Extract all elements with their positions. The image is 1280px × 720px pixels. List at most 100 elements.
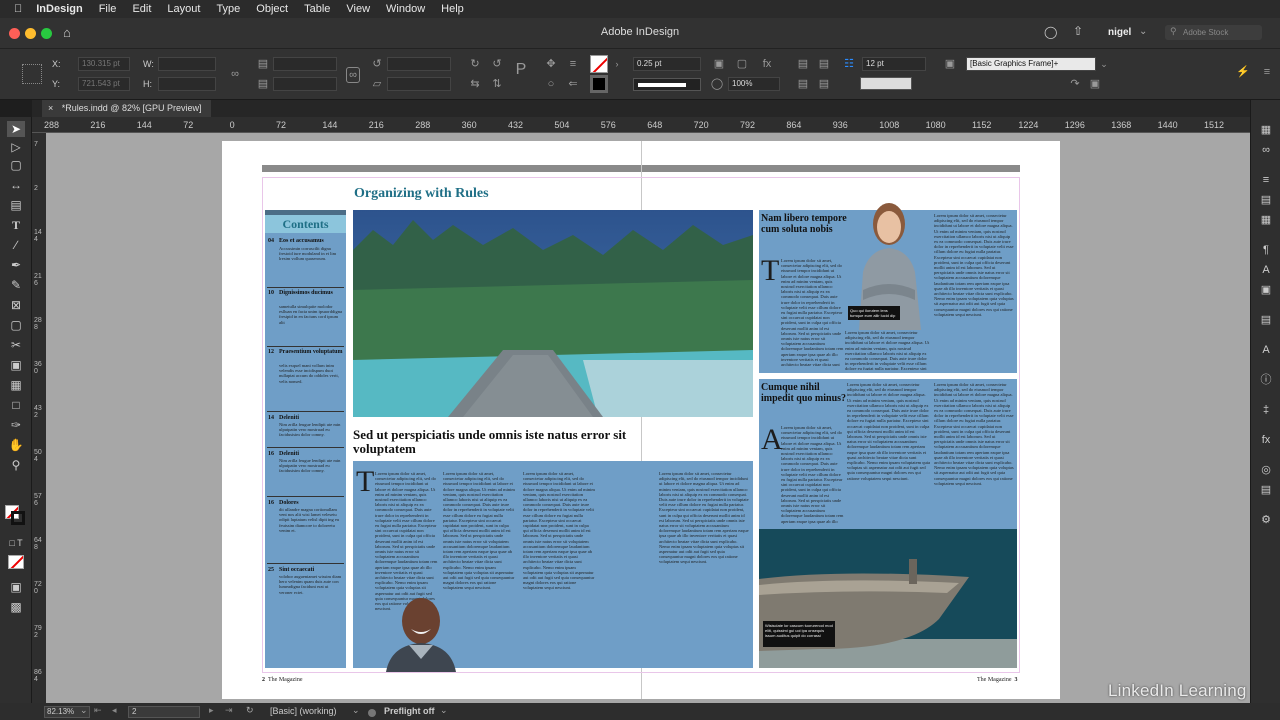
pen-tool-icon[interactable]: ✒ bbox=[7, 257, 25, 273]
rotate-icon[interactable]: ↺ bbox=[370, 57, 384, 71]
chain-icon[interactable]: ∞ bbox=[346, 67, 360, 83]
effects-panel-icon[interactable]: fx bbox=[1258, 432, 1274, 448]
gap-tool-icon[interactable]: ☷ bbox=[842, 57, 856, 71]
pages-icon[interactable]: ▦ bbox=[1258, 122, 1274, 138]
apply-none-icon[interactable] bbox=[8, 555, 24, 569]
screen-mode-icon[interactable]: ▩ bbox=[7, 599, 25, 615]
preflight-status-icon[interactable] bbox=[368, 709, 376, 717]
opacity-field[interactable]: 100% bbox=[728, 77, 780, 91]
document-spread[interactable]: Organizing with Rules Contents 04 Eos et… bbox=[222, 141, 1060, 699]
chevron-down-icon[interactable]: ⌄ bbox=[352, 705, 360, 716]
quick-apply-icon[interactable]: ▣ bbox=[1088, 77, 1102, 91]
toc-item[interactable]: 25 Sint occaecati volobor augueniamet wi… bbox=[265, 567, 345, 617]
style-status[interactable]: [Basic] (working) bbox=[270, 706, 337, 716]
properties-icon[interactable]: ⚙ bbox=[1258, 512, 1274, 528]
story2-frame[interactable]: Nam libero tempore cum soluta nobis T Lo… bbox=[759, 203, 1017, 373]
stock-search-input[interactable]: Adobe Stock bbox=[1165, 25, 1262, 40]
flip-horizontal-icon[interactable]: ⇆ bbox=[468, 77, 482, 91]
preflight-status[interactable]: Preflight off bbox=[384, 706, 435, 716]
links-icon[interactable]: ∞ bbox=[1258, 142, 1274, 158]
stroke-color-icon[interactable] bbox=[11, 511, 25, 525]
spacing-field[interactable]: 12 pt bbox=[862, 57, 926, 71]
apple-icon[interactable]:  bbox=[0, 3, 28, 15]
lightning-icon[interactable]: ⚡ bbox=[1236, 65, 1250, 79]
fill-swatch[interactable] bbox=[590, 55, 608, 73]
menu-file[interactable]: File bbox=[91, 3, 125, 15]
close-tab-icon[interactable]: × bbox=[48, 103, 53, 113]
eyedropper-tool-icon[interactable]: ✑ bbox=[7, 417, 25, 433]
menu-edit[interactable]: Edit bbox=[124, 3, 159, 15]
shear-icon[interactable]: ▱ bbox=[370, 77, 384, 91]
formatting-affects-container-icon[interactable]: □ T bbox=[7, 535, 25, 551]
menu-layout[interactable]: Layout bbox=[159, 3, 208, 15]
next-page-icon[interactable]: ▸ bbox=[209, 705, 214, 716]
direct-selection-tool-icon[interactable]: ▷ bbox=[7, 139, 25, 155]
align-center-icon[interactable]: ▤ bbox=[817, 57, 831, 71]
menu-object[interactable]: Object bbox=[248, 3, 296, 15]
share-icon[interactable]: ⇧ bbox=[1073, 24, 1083, 38]
hand-tool-icon[interactable]: ✋ bbox=[7, 437, 25, 453]
story3-frame[interactable]: Cumque nihil impedit quo minus? A Lorem … bbox=[759, 379, 1017, 668]
character-panel-icon[interactable]: A bbox=[1258, 342, 1274, 358]
text-wrap-panel-icon[interactable]: ▤ bbox=[1258, 312, 1274, 328]
toc-item[interactable]: 12 Praesentium voluptatum velis exquel m… bbox=[265, 349, 345, 409]
object-styles-icon[interactable]: ▣ bbox=[1258, 282, 1274, 298]
cc-libraries-icon[interactable]: ◎ bbox=[1258, 462, 1274, 478]
chevron-right-icon[interactable]: › bbox=[610, 57, 624, 71]
menu-app-name[interactable]: InDesign bbox=[28, 3, 90, 15]
refresh-icon[interactable]: ↻ bbox=[246, 705, 254, 716]
vertical-ruler[interactable]: 7 2 144 216 288 360 432 504 576 648 720 792 864 bbox=[32, 133, 46, 703]
menu-table[interactable]: Table bbox=[296, 3, 338, 15]
scissors-tool-icon[interactable]: ✂ bbox=[7, 337, 25, 353]
selection-tool-icon[interactable]: ➤ bbox=[7, 121, 25, 137]
zoom-dropdown-icon[interactable]: ⌄ bbox=[80, 705, 88, 716]
info-icon[interactable]: ⓘ bbox=[1258, 372, 1274, 388]
align-top-icon[interactable]: ▤ bbox=[796, 57, 810, 71]
select-content-icon[interactable]: ○ bbox=[544, 77, 558, 91]
color-panel-icon[interactable]: ▤ bbox=[1258, 192, 1274, 208]
pencil-tool-icon[interactable]: ✎ bbox=[7, 277, 25, 293]
flip-p-icon[interactable]: P bbox=[514, 62, 528, 78]
chevron-down-icon[interactable]: ⌄ bbox=[1139, 26, 1147, 37]
user-name[interactable]: nigel bbox=[1108, 27, 1131, 38]
text-wrap-icon[interactable]: ▣ bbox=[712, 57, 726, 71]
gap-tool-icon[interactable]: ↔ bbox=[7, 177, 25, 193]
stroke-weight-field[interactable]: 0.25 pt bbox=[633, 57, 701, 71]
page-number-field[interactable]: 2 bbox=[128, 706, 200, 718]
lightbulb-icon[interactable]: ◯ bbox=[1044, 25, 1057, 39]
rotate-cw-icon[interactable]: ↻ bbox=[468, 57, 482, 71]
menu-view[interactable]: View bbox=[338, 3, 378, 15]
free-transform-tool-icon[interactable]: ▣ bbox=[7, 357, 25, 373]
scale-y-field[interactable] bbox=[273, 77, 337, 91]
toc-item[interactable]: 16 Dolores dit ullandre magna cortionull… bbox=[265, 500, 345, 560]
toc-item[interactable]: 14 Deleniti Nim zrilla feugue lendipit u… bbox=[265, 415, 345, 447]
story1-body-frame[interactable]: T Lorem ipsum dolor sit amet, consectetu… bbox=[353, 461, 753, 672]
height-field[interactable] bbox=[158, 77, 216, 91]
view-mode-icon[interactable]: ▣ bbox=[7, 579, 25, 595]
glyphs-icon[interactable]: ‡ bbox=[1258, 402, 1274, 418]
horizontal-ruler[interactable]: 288 216 144 72 0 72 144 216 288 360 432 504 576 648 72… bbox=[32, 117, 1270, 133]
toc-item[interactable]: 04 Eos et accusamus Accussimin corruscil… bbox=[265, 238, 345, 288]
stroke-swatch[interactable] bbox=[590, 75, 608, 93]
type-tool-icon[interactable]: T bbox=[7, 217, 25, 233]
chevron-down-icon[interactable]: ⌄ bbox=[440, 705, 448, 716]
chevron-down-icon[interactable]: ⌄ bbox=[1097, 57, 1111, 71]
reference-point-icon[interactable] bbox=[22, 64, 42, 84]
shear-field[interactable] bbox=[387, 77, 451, 91]
swatch-preview[interactable] bbox=[860, 77, 912, 90]
y-position-field[interactable]: 721.543 pt bbox=[78, 77, 130, 91]
frame-fitting-icon[interactable]: ▢ bbox=[735, 57, 749, 71]
rectangle-frame-tool-icon[interactable]: ⊠ bbox=[7, 297, 25, 313]
line-tool-icon[interactable]: ∕ bbox=[7, 237, 25, 253]
previous-page-icon[interactable]: ◂ bbox=[112, 705, 117, 716]
width-field[interactable] bbox=[158, 57, 216, 71]
scale-y-icon[interactable]: ▤ bbox=[256, 77, 270, 91]
first-page-icon[interactable]: ⇤ bbox=[94, 705, 102, 716]
select-container-icon[interactable]: ✥ bbox=[544, 57, 558, 71]
x-position-field[interactable]: 130.315 pt bbox=[78, 57, 130, 71]
boat-image[interactable]: Wisisciate lor cascum tuorurenod mod eli… bbox=[759, 529, 1017, 668]
constrain-proportions-icon[interactable]: ∞ bbox=[228, 67, 242, 81]
rectangle-tool-icon[interactable]: ▢ bbox=[7, 317, 25, 333]
paragraph-styles-icon[interactable]: ¶ bbox=[1258, 242, 1274, 258]
align-left-icon[interactable]: ▤ bbox=[796, 77, 810, 91]
